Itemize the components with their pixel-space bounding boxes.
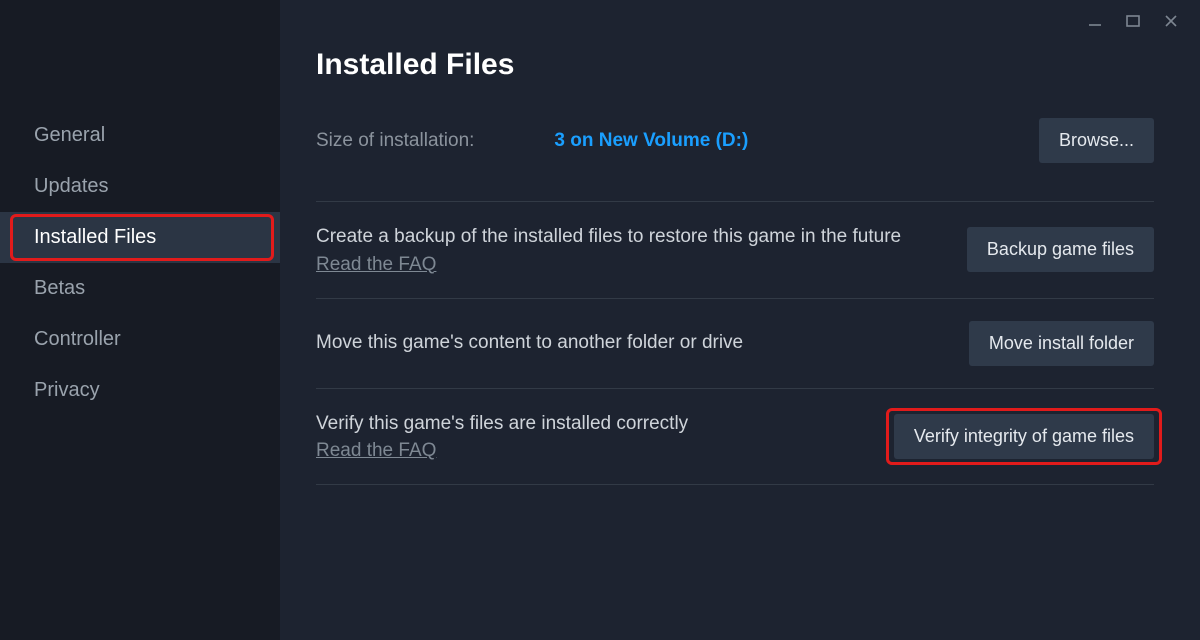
main-panel: Installed Files Size of installation: 3 … (280, 0, 1200, 640)
move-desc: Move this game's content to another fold… (316, 330, 916, 356)
section-move: Move this game's content to another fold… (316, 298, 1154, 388)
sidebar-item-general[interactable]: General (0, 110, 280, 161)
sidebar-item-label: Installed Files (34, 226, 156, 248)
sidebar: General Updates Installed Files Betas Co… (0, 0, 280, 640)
section-text: Verify this game's files are installed c… (316, 411, 894, 463)
verify-button[interactable]: Verify integrity of game files (894, 414, 1154, 459)
sidebar-item-label: Privacy (34, 379, 100, 401)
section-backup: Create a backup of the installed files t… (316, 201, 1154, 298)
browse-button[interactable]: Browse... (1039, 118, 1154, 163)
sidebar-item-label: General (34, 124, 105, 146)
sidebar-item-betas[interactable]: Betas (0, 263, 280, 314)
backup-faq-link[interactable]: Read the FAQ (316, 254, 436, 276)
sidebar-item-privacy[interactable]: Privacy (0, 365, 280, 416)
backup-desc: Create a backup of the installed files t… (316, 224, 916, 250)
page-title: Installed Files (316, 48, 1154, 82)
sidebar-item-label: Controller (34, 328, 121, 350)
sidebar-item-controller[interactable]: Controller (0, 314, 280, 365)
sidebar-item-label: Updates (34, 175, 109, 197)
verify-desc: Verify this game's files are installed c… (316, 411, 864, 437)
section-text: Create a backup of the installed files t… (316, 224, 967, 276)
close-icon[interactable] (1162, 12, 1180, 30)
move-button[interactable]: Move install folder (969, 321, 1154, 366)
install-size-label: Size of installation: (316, 130, 474, 152)
minimize-icon[interactable] (1086, 12, 1104, 30)
backup-button[interactable]: Backup game files (967, 227, 1154, 272)
install-size-value: 3 on New Volume (D:) (554, 130, 748, 152)
install-size-row: Size of installation: 3 on New Volume (D… (316, 118, 1154, 163)
sidebar-item-updates[interactable]: Updates (0, 161, 280, 212)
section-text: Move this game's content to another fold… (316, 330, 969, 356)
sidebar-item-label: Betas (34, 277, 85, 299)
window-controls (1086, 12, 1180, 30)
maximize-icon[interactable] (1124, 12, 1142, 30)
section-verify: Verify this game's files are installed c… (316, 388, 1154, 486)
verify-faq-link[interactable]: Read the FAQ (316, 440, 436, 462)
sidebar-item-installed-files[interactable]: Installed Files (0, 212, 280, 263)
